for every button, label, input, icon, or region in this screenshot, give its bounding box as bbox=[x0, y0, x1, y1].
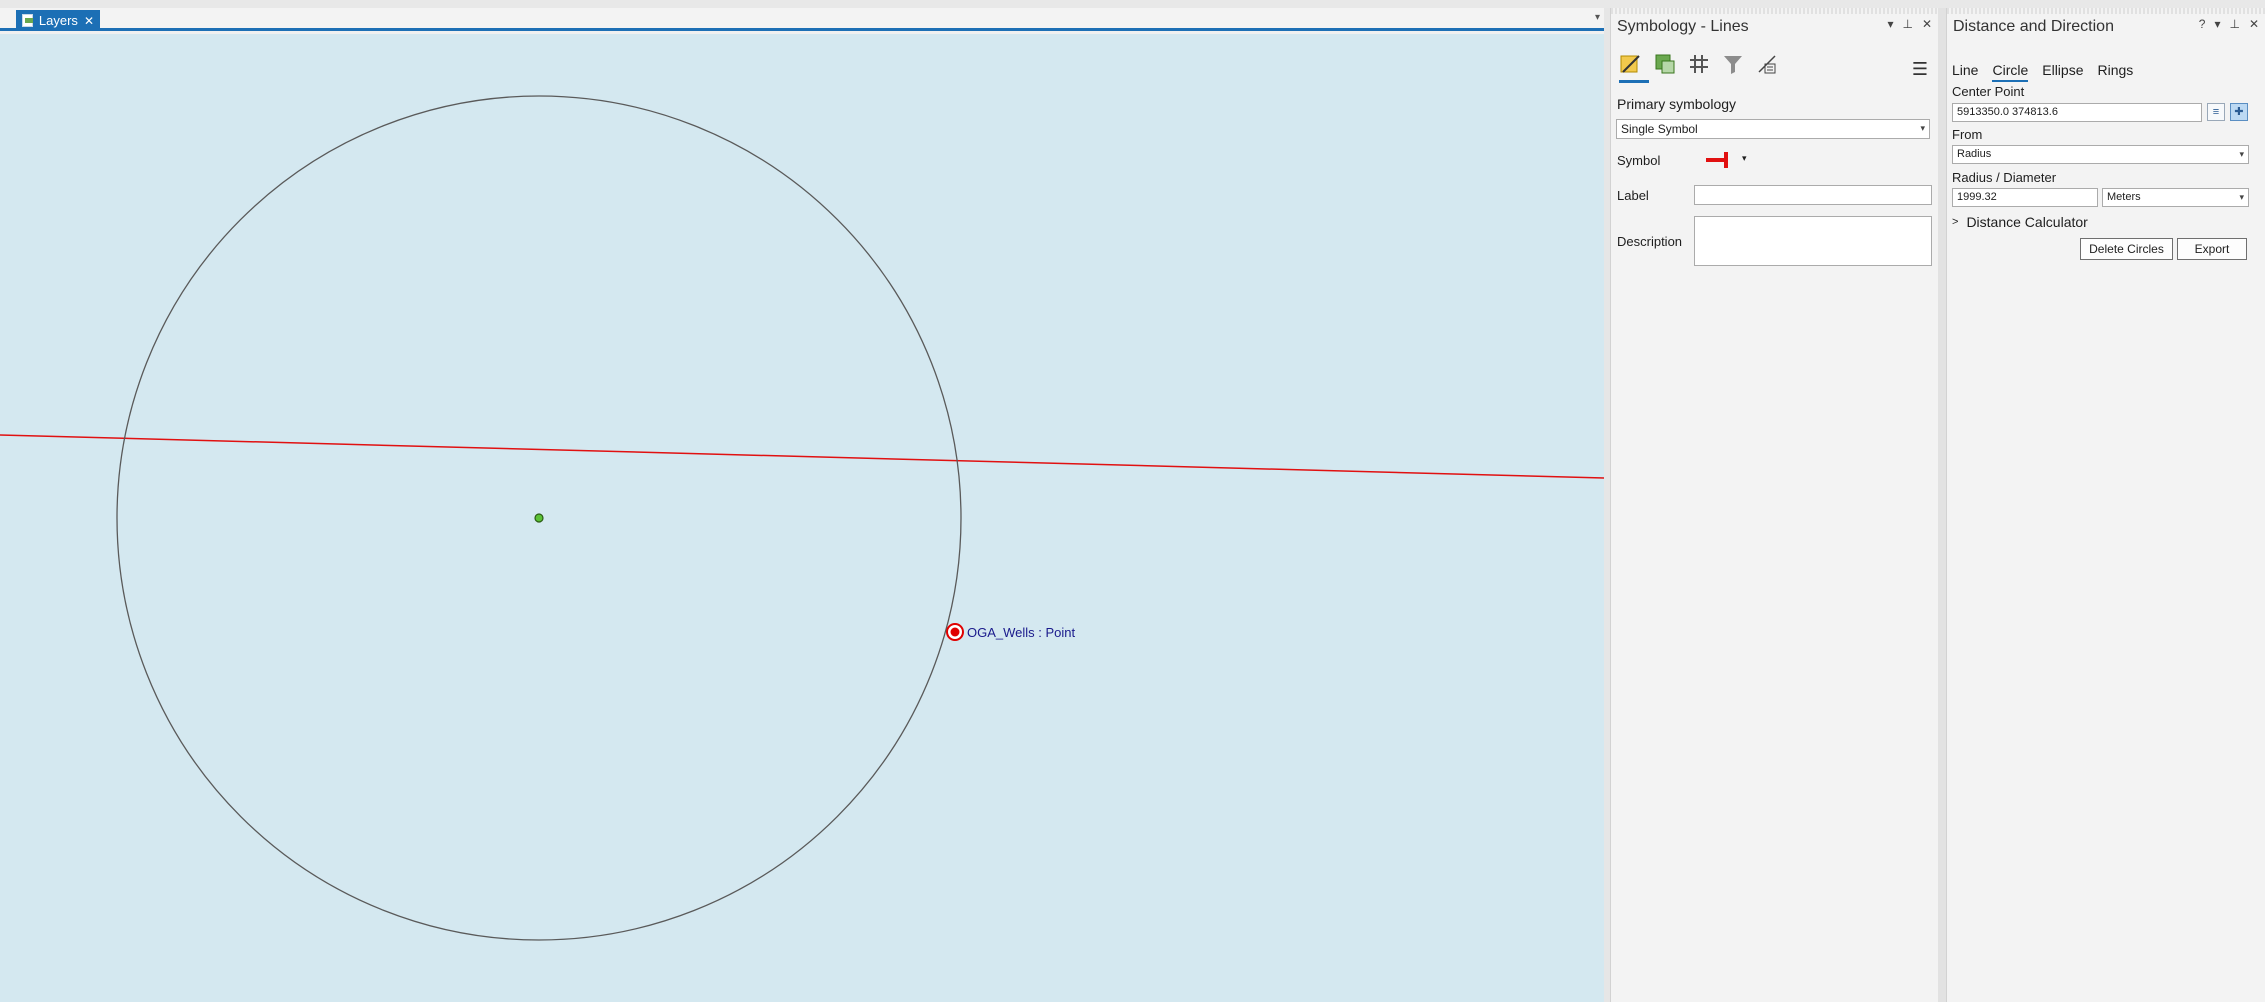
tab-layers-label: Layers bbox=[38, 13, 78, 28]
help-icon[interactable]: ? bbox=[2199, 17, 2206, 31]
units-value: Meters bbox=[2107, 191, 2141, 203]
chevron-down-icon[interactable]: ▾ bbox=[2214, 17, 2220, 31]
line-symbol-swatch[interactable] bbox=[1706, 152, 1728, 168]
radius-label: Radius / Diameter bbox=[1952, 170, 2057, 185]
pane-grip[interactable] bbox=[1611, 8, 1938, 14]
distance-direction-title: Distance and Direction bbox=[1953, 18, 2114, 35]
from-select[interactable]: Radius ▾ bbox=[1952, 145, 2249, 164]
tab-line[interactable]: Line bbox=[1952, 62, 1978, 82]
map-tabbar: Layers ✕ ▾ bbox=[0, 8, 1604, 31]
chevron-down-icon[interactable]: ▾ bbox=[1595, 12, 1600, 23]
pin-icon[interactable]: ⊥ bbox=[2229, 17, 2239, 31]
close-icon[interactable]: ✕ bbox=[2249, 17, 2259, 31]
tab-rings[interactable]: Rings bbox=[2098, 62, 2134, 82]
primary-symbology-label: Primary symbology bbox=[1617, 96, 1737, 112]
map-pane: Layers ✕ ▾ OGA_Wells : Point bbox=[0, 8, 1604, 1002]
delete-circles-button[interactable]: Delete Circles bbox=[2080, 238, 2173, 260]
units-select[interactable]: Meters ▾ bbox=[2102, 188, 2249, 207]
primary-symbology-select[interactable]: Single Symbol ▾ bbox=[1616, 119, 1930, 139]
red-line-feature[interactable] bbox=[0, 434, 1604, 479]
primary-symbology-icon[interactable] bbox=[1619, 52, 1643, 76]
map-drawing: OGA_Wells : Point bbox=[0, 95, 1604, 941]
close-icon[interactable]: ✕ bbox=[1922, 17, 1932, 31]
tab-layers[interactable]: Layers ✕ bbox=[16, 10, 100, 31]
from-label: From bbox=[1952, 127, 1983, 142]
symbol-label: Symbol bbox=[1617, 153, 1661, 168]
chevron-down-icon: ▾ bbox=[2239, 149, 2244, 159]
menu-icon[interactable]: ☰ bbox=[1912, 59, 1928, 80]
pin-icon[interactable]: ⊥ bbox=[1902, 17, 1912, 31]
active-tool-underline bbox=[1619, 80, 1649, 83]
close-icon[interactable]: ✕ bbox=[84, 14, 94, 28]
tab-ellipse[interactable]: Ellipse bbox=[2042, 62, 2083, 82]
label-input[interactable] bbox=[1694, 185, 1932, 205]
chevron-down-icon[interactable]: ▾ bbox=[1742, 153, 1747, 164]
map-point-tool-icon[interactable]: ✚ bbox=[2230, 103, 2248, 121]
vary-symbology-icon[interactable] bbox=[1653, 52, 1677, 76]
symbol-layer-drawing-icon[interactable] bbox=[1687, 52, 1711, 76]
chevron-right-icon: > bbox=[1952, 216, 1959, 228]
well-point-label: OGA_Wells : Point bbox=[967, 625, 1076, 640]
center-point-input[interactable]: 5913350.0 374813.6 bbox=[1952, 103, 2202, 122]
chevron-down-icon: ▾ bbox=[2239, 192, 2244, 202]
circle-center-point[interactable] bbox=[534, 513, 544, 523]
symbology-toolbar bbox=[1619, 52, 1779, 76]
pane-grip[interactable] bbox=[1947, 8, 2265, 14]
map-icon bbox=[22, 14, 33, 27]
chevron-down-icon: ▾ bbox=[1920, 123, 1925, 133]
distance-calculator-toggle[interactable]: > Distance Calculator bbox=[1952, 214, 2088, 230]
center-point-label: Center Point bbox=[1952, 84, 2025, 99]
from-value: Radius bbox=[1957, 148, 1992, 160]
coordinate-format-icon[interactable]: ≡ bbox=[2207, 103, 2225, 121]
distance-calculator-label: Distance Calculator bbox=[1966, 214, 2088, 230]
distance-tabs: Line Circle Ellipse Rings bbox=[1952, 62, 2133, 82]
pane-splitter[interactable] bbox=[1938, 8, 1946, 1002]
radius-input[interactable]: 1999.32 bbox=[1952, 188, 2098, 207]
description-textarea[interactable] bbox=[1694, 216, 1932, 266]
tab-circle[interactable]: Circle bbox=[1992, 62, 2029, 82]
export-button[interactable]: Export bbox=[2177, 238, 2247, 260]
symbology-pane-controls: ▾ ⊥ ✕ bbox=[1887, 17, 1932, 31]
description-label: Description bbox=[1617, 234, 1683, 249]
symbology-filter-icon[interactable] bbox=[1721, 52, 1745, 76]
chevron-down-icon[interactable]: ▾ bbox=[1887, 17, 1893, 31]
label-label: Label bbox=[1617, 188, 1649, 203]
masking-icon[interactable] bbox=[1755, 52, 1779, 76]
distance-pane-controls: ? ▾ ⊥ ✕ bbox=[2199, 17, 2259, 31]
top-strip bbox=[0, 0, 2265, 8]
primary-symbology-value: Single Symbol bbox=[1621, 122, 1698, 136]
map-canvas[interactable]: OGA_Wells : Point bbox=[0, 34, 1604, 1002]
well-point-marker-core bbox=[950, 627, 960, 637]
symbology-title: Symbology - Lines bbox=[1617, 18, 1749, 35]
